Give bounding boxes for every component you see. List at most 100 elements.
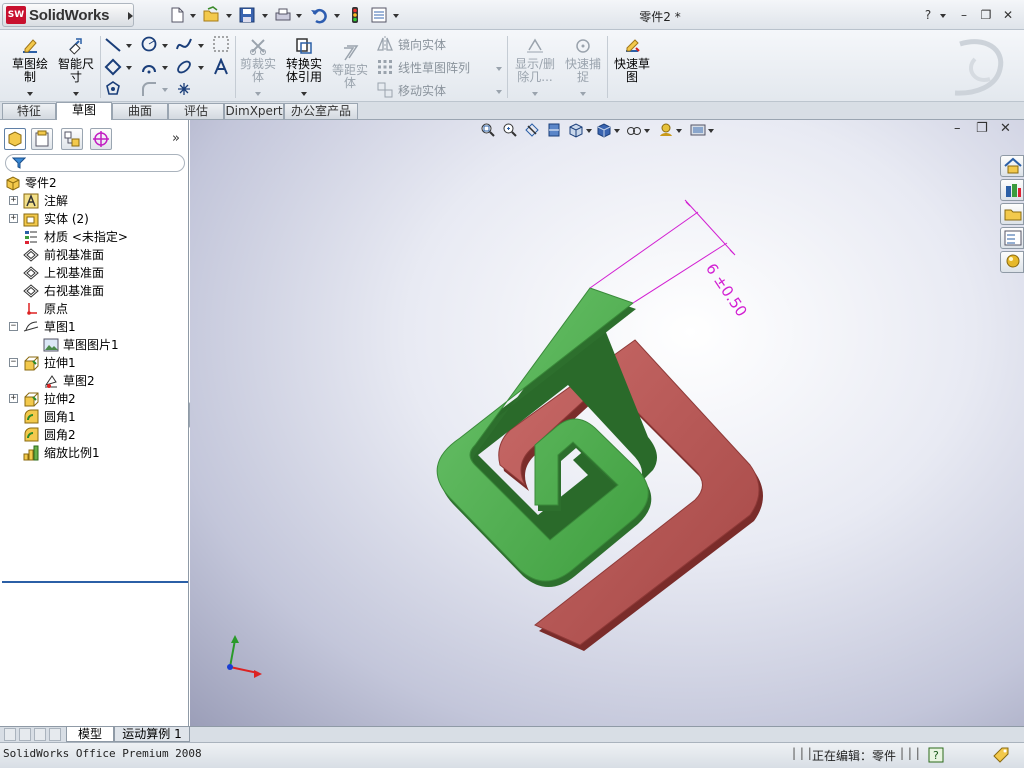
move-entities-icon[interactable] bbox=[376, 81, 394, 99]
display-style-dropdown-icon[interactable] bbox=[614, 129, 620, 133]
relations-dropdown-icon[interactable] bbox=[532, 92, 538, 96]
zoom-to-fit-icon[interactable] bbox=[480, 122, 496, 138]
sketch-fillet-icon[interactable] bbox=[140, 80, 158, 98]
viewport-restore-icon[interactable]: ❐ bbox=[976, 121, 988, 136]
collapse-icon[interactable]: − bbox=[9, 358, 18, 367]
rapid-sketch-button[interactable]: 快速草图 bbox=[612, 34, 652, 100]
construction-geometry-icon[interactable] bbox=[212, 35, 230, 53]
save-dropdown-icon[interactable] bbox=[262, 14, 268, 18]
options-icon[interactable] bbox=[370, 6, 388, 24]
offset-entities-button[interactable]: 等距实体 bbox=[330, 34, 370, 100]
convert-entities-button[interactable]: 转换实体引用 bbox=[284, 34, 324, 100]
ellipse-dropdown-icon[interactable] bbox=[198, 66, 204, 70]
last-tab-icon[interactable] bbox=[49, 728, 61, 741]
linear-pattern-icon[interactable] bbox=[376, 58, 394, 76]
tab-evaluate[interactable]: 评估 bbox=[168, 103, 224, 119]
tab-sketch[interactable]: 草图 bbox=[56, 102, 112, 120]
tab-features[interactable]: 特征 bbox=[2, 103, 56, 119]
dimxpert-manager-tab[interactable] bbox=[90, 128, 112, 150]
section-view-icon[interactable] bbox=[546, 122, 562, 138]
trim-entities-button[interactable]: 剪裁实体 bbox=[238, 34, 278, 100]
mirror-entities-label[interactable]: 镜向实体 bbox=[398, 36, 446, 53]
polygon-icon[interactable] bbox=[104, 80, 122, 98]
expand-icon[interactable]: + bbox=[9, 214, 18, 223]
fillet-dropdown-icon[interactable] bbox=[162, 88, 168, 92]
hide-show-dropdown-icon[interactable] bbox=[644, 129, 650, 133]
file-explorer-tab[interactable] bbox=[1000, 203, 1024, 225]
sketch-dropdown-icon[interactable] bbox=[27, 92, 33, 96]
display-delete-relations-button[interactable]: 显示/删除几... bbox=[512, 34, 558, 100]
viewport-close-icon[interactable]: ✕ bbox=[1000, 121, 1011, 136]
display-style-icon[interactable] bbox=[596, 122, 612, 138]
rollback-bar[interactable] bbox=[2, 581, 188, 583]
save-icon[interactable] bbox=[238, 6, 256, 24]
spline-dropdown-icon[interactable] bbox=[198, 44, 204, 48]
next-tab-icon[interactable] bbox=[34, 728, 46, 741]
rectangle-dropdown-icon[interactable] bbox=[126, 66, 132, 70]
first-tab-icon[interactable] bbox=[4, 728, 16, 741]
quick-snaps-button[interactable]: 快速捕捉 bbox=[562, 34, 604, 100]
mirror-icon[interactable] bbox=[376, 35, 394, 53]
expand-icon[interactable]: + bbox=[9, 394, 18, 403]
tab-surfaces[interactable]: 曲面 bbox=[112, 103, 168, 119]
tab-motion-study[interactable]: 运动算例 1 bbox=[114, 727, 190, 742]
units-icon[interactable]: ? bbox=[928, 747, 944, 763]
line-dropdown-icon[interactable] bbox=[126, 44, 132, 48]
collapse-icon[interactable]: − bbox=[9, 322, 18, 331]
arc-icon[interactable] bbox=[140, 58, 158, 76]
help-dropdown-icon[interactable] bbox=[940, 14, 946, 18]
arc-dropdown-icon[interactable] bbox=[162, 66, 168, 70]
tab-dimxpert[interactable]: DimXpert bbox=[224, 103, 284, 119]
zoom-to-area-icon[interactable] bbox=[502, 122, 518, 138]
open-folder-icon[interactable] bbox=[202, 6, 220, 24]
green-extrusion-body[interactable] bbox=[436, 287, 657, 587]
text-icon[interactable] bbox=[212, 58, 230, 76]
sw-resources-tab[interactable] bbox=[1000, 155, 1024, 177]
line-icon[interactable] bbox=[104, 36, 122, 54]
view-orientation-dropdown-icon[interactable] bbox=[586, 129, 592, 133]
close-icon[interactable]: ✕ bbox=[1000, 7, 1016, 23]
trim-dropdown-icon[interactable] bbox=[255, 92, 261, 96]
help-button[interactable]: ? bbox=[920, 7, 936, 23]
appearance-dropdown-icon[interactable] bbox=[676, 129, 682, 133]
smart-dimension-button[interactable]: 智能尺寸 bbox=[54, 34, 98, 100]
sketch-button[interactable]: 草图绘制 bbox=[8, 34, 52, 100]
convert-dropdown-icon[interactable] bbox=[301, 92, 307, 96]
previous-view-icon[interactable] bbox=[524, 122, 540, 138]
feature-tree-filter[interactable] bbox=[5, 154, 185, 172]
new-document-icon[interactable] bbox=[168, 6, 186, 24]
design-library-tab[interactable] bbox=[1000, 179, 1024, 201]
graphics-area[interactable]: 6 ±0.50 – ❐ ✕ bbox=[190, 120, 1024, 726]
view-palette-tab[interactable] bbox=[1000, 227, 1024, 249]
pattern-dropdown-icon[interactable] bbox=[496, 67, 502, 71]
expand-icon[interactable]: + bbox=[9, 196, 18, 205]
rebuild-traffic-light-icon[interactable] bbox=[346, 6, 364, 24]
previous-tab-icon[interactable] bbox=[19, 728, 31, 741]
tag-icon[interactable] bbox=[992, 746, 1010, 764]
view-orientation-icon[interactable] bbox=[568, 122, 584, 138]
options-dropdown-icon[interactable] bbox=[393, 14, 399, 18]
tab-office-products[interactable]: 办公室产品 bbox=[284, 103, 358, 119]
spline-icon[interactable] bbox=[175, 35, 193, 53]
smart-dimension-dropdown-icon[interactable] bbox=[73, 92, 79, 96]
hide-show-items-icon[interactable] bbox=[626, 122, 642, 138]
linear-pattern-label[interactable]: 线性草图阵列 bbox=[398, 59, 470, 76]
feature-manager-tab[interactable] bbox=[4, 128, 26, 150]
property-manager-tab[interactable] bbox=[31, 128, 53, 150]
undo-dropdown-icon[interactable] bbox=[334, 14, 340, 18]
edit-appearance-icon[interactable] bbox=[658, 122, 674, 138]
restore-icon[interactable]: ❐ bbox=[978, 7, 994, 23]
new-dropdown-icon[interactable] bbox=[190, 14, 196, 18]
open-dropdown-icon[interactable] bbox=[226, 14, 232, 18]
move-entities-label[interactable]: 移动实体 bbox=[398, 82, 446, 99]
appearances-tab[interactable] bbox=[1000, 251, 1024, 273]
snaps-dropdown-icon[interactable] bbox=[580, 92, 586, 96]
move-dropdown-icon[interactable] bbox=[496, 90, 502, 94]
circle-icon[interactable] bbox=[140, 35, 158, 53]
configuration-manager-tab[interactable] bbox=[61, 128, 83, 150]
print-dropdown-icon[interactable] bbox=[296, 14, 302, 18]
circle-dropdown-icon[interactable] bbox=[162, 44, 168, 48]
apply-scene-icon[interactable] bbox=[690, 122, 706, 138]
scene-dropdown-icon[interactable] bbox=[708, 129, 714, 133]
undo-icon[interactable] bbox=[310, 6, 328, 24]
